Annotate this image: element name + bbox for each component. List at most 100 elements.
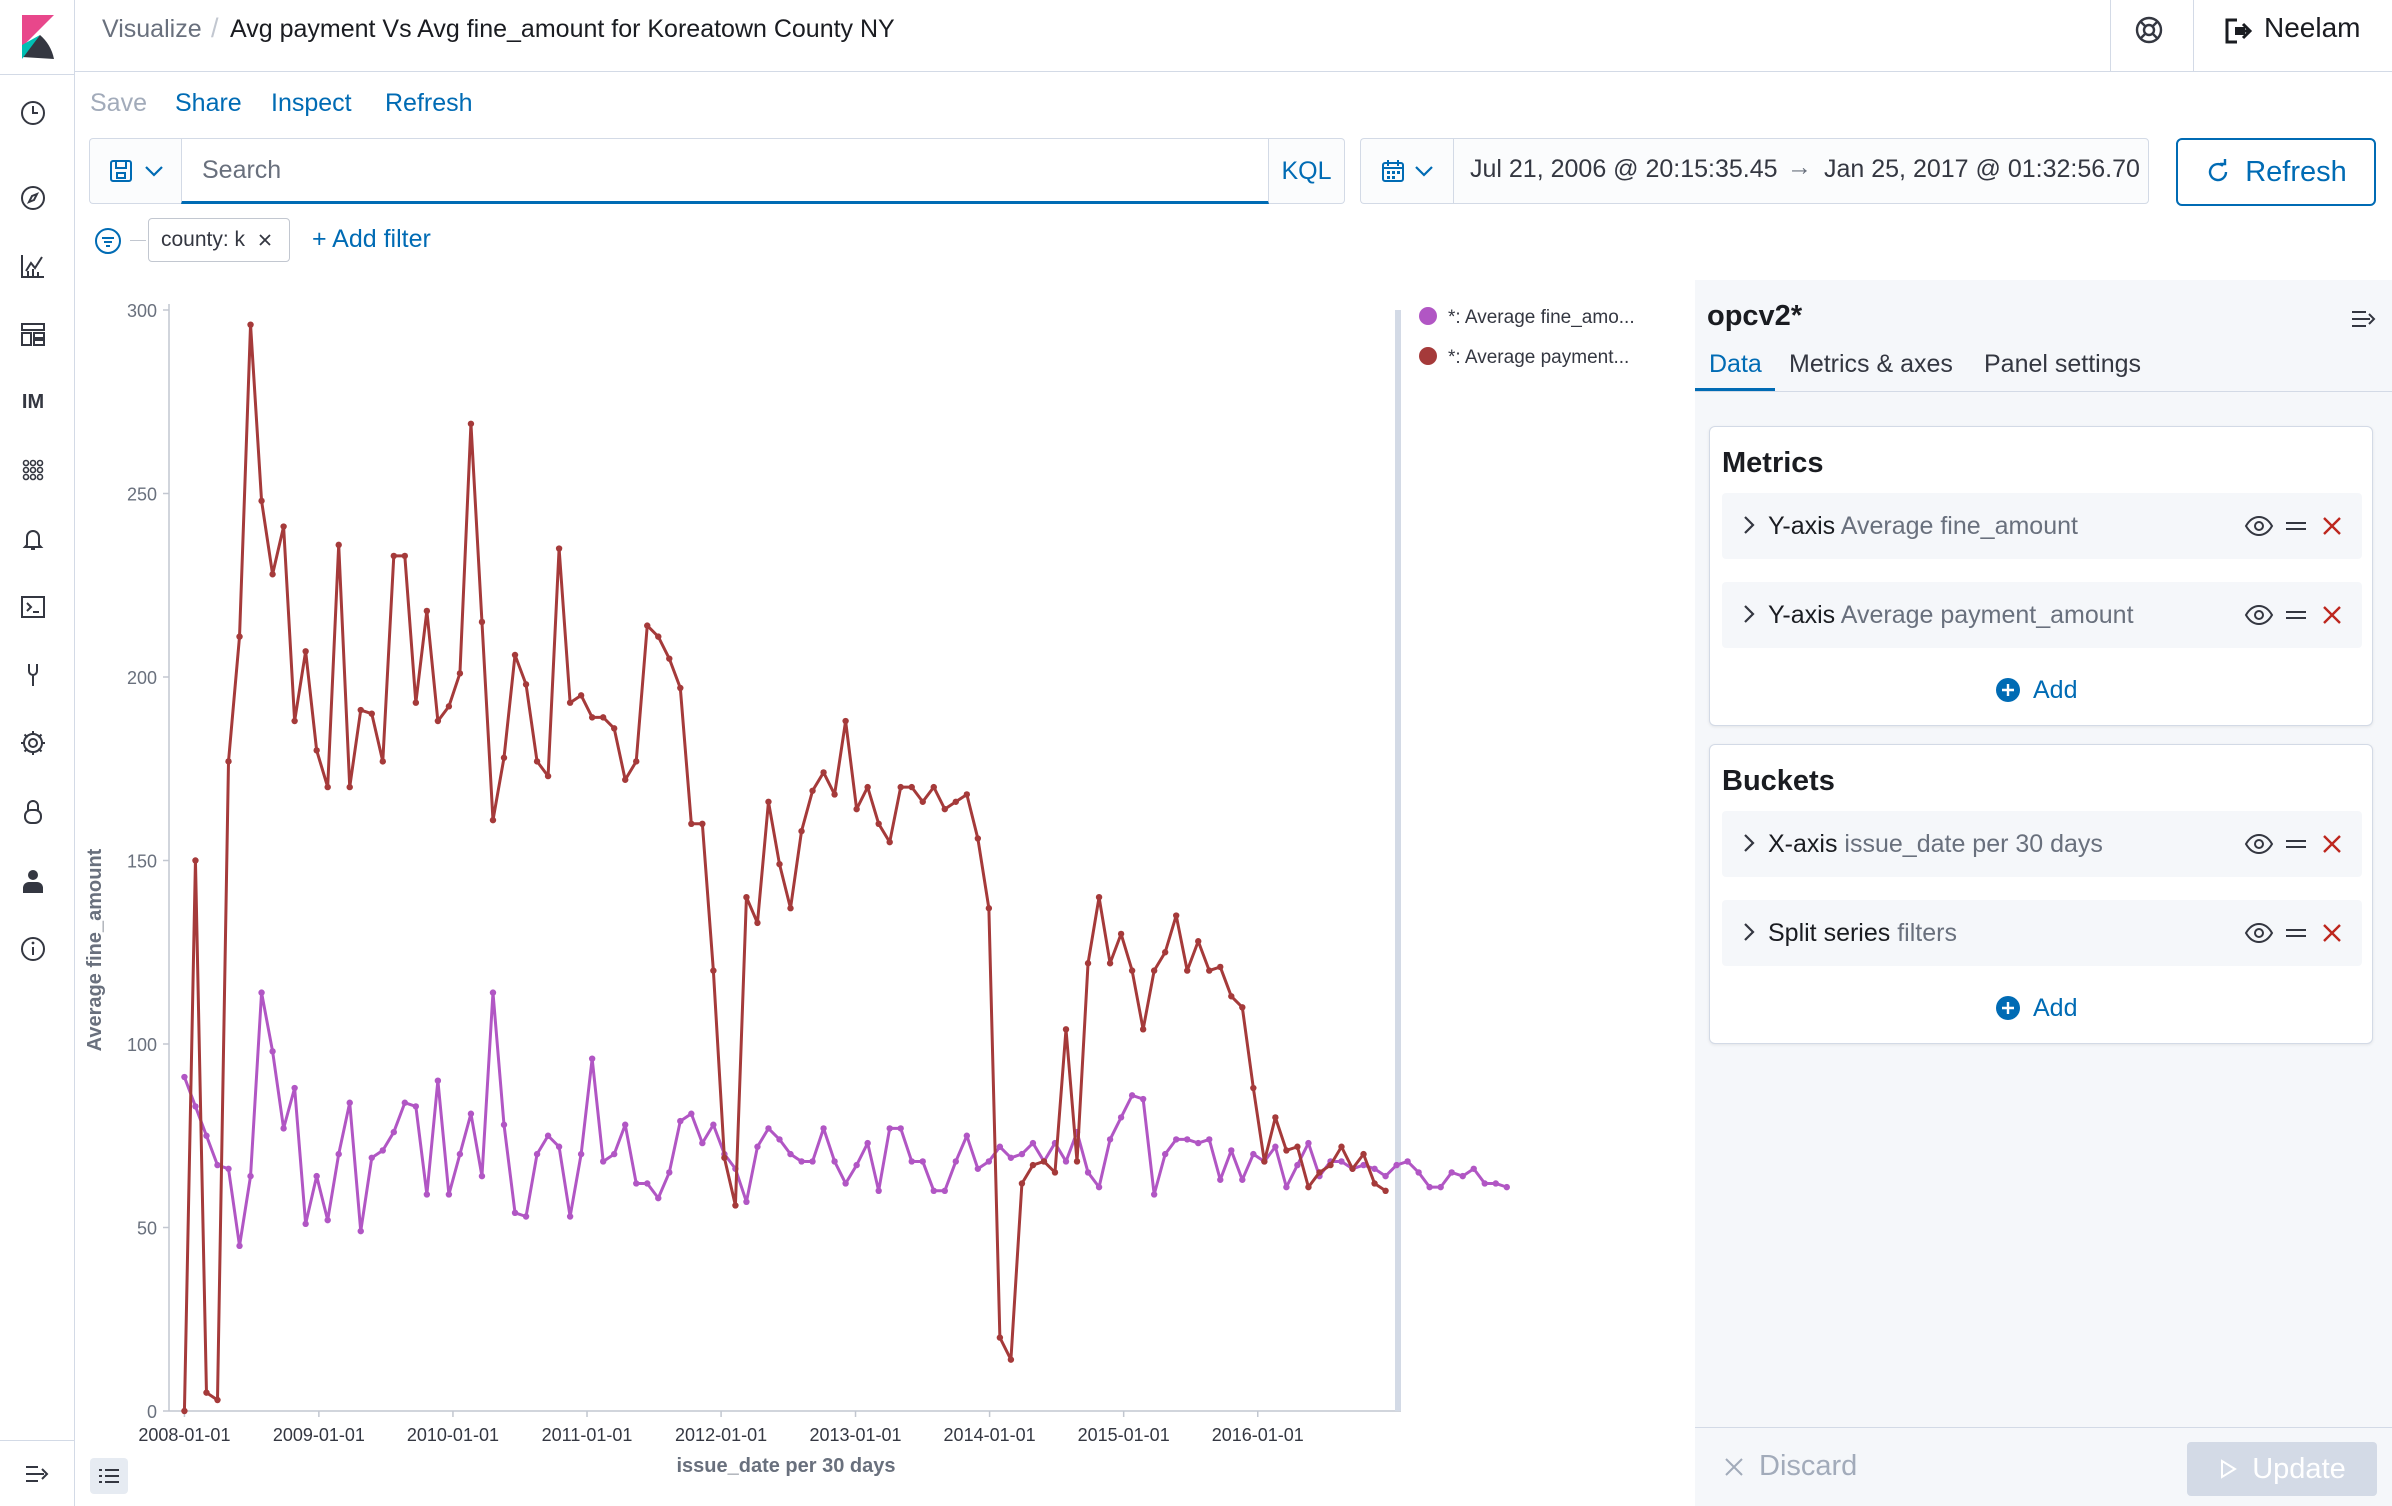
series-2-point[interactable] (1195, 938, 1202, 945)
series-2-point[interactable] (225, 758, 232, 765)
series-2-point[interactable] (511, 651, 519, 659)
series-1-point[interactable] (368, 1154, 375, 1161)
series-1-point[interactable] (952, 1158, 960, 1165)
series-2-point[interactable] (357, 706, 364, 714)
series-2-point[interactable] (699, 820, 706, 827)
series-2-point[interactable] (445, 703, 453, 710)
series-1-point[interactable] (291, 1084, 298, 1092)
date-picker-button[interactable] (1360, 138, 1453, 204)
series-2-point[interactable] (996, 1334, 1004, 1341)
monitoring-wrench-icon[interactable] (16, 658, 50, 692)
series-1-point[interactable] (1106, 1136, 1114, 1143)
series-2-point[interactable] (423, 607, 431, 615)
bucket-row[interactable]: X-axis issue_date per 30 days (1722, 811, 2362, 877)
im-app-icon[interactable]: IM (16, 385, 50, 419)
series-1-point[interactable] (1128, 1092, 1136, 1099)
series-1-point[interactable] (644, 1180, 651, 1187)
series-2-point[interactable] (533, 758, 541, 765)
series-2-point[interactable] (941, 805, 948, 813)
series-2-point[interactable] (522, 681, 530, 688)
series-1-point[interactable] (985, 1158, 993, 1165)
series-1-point[interactable] (247, 1172, 254, 1180)
series-2-point[interactable] (1360, 1150, 1367, 1158)
series-1-point[interactable] (1404, 1158, 1411, 1165)
series-1-point[interactable] (787, 1150, 794, 1158)
user-name[interactable]: Neelam (2264, 12, 2360, 44)
series-2-point[interactable] (401, 552, 409, 560)
series-1-point[interactable] (1371, 1165, 1378, 1172)
series-2-point[interactable] (1261, 1158, 1268, 1165)
series-2-point[interactable] (1382, 1187, 1389, 1194)
series-1-point[interactable] (930, 1187, 937, 1194)
series-2-point[interactable] (1206, 967, 1213, 974)
discard-button[interactable]: Discard (1723, 1450, 1857, 1483)
series-2-point[interactable] (1371, 1180, 1378, 1187)
series-1-point[interactable] (401, 1099, 409, 1106)
series-1-point[interactable] (1029, 1139, 1037, 1147)
series-2-point[interactable] (1084, 960, 1092, 967)
series-1-point[interactable] (214, 1161, 221, 1169)
series-2-point[interactable] (655, 633, 662, 640)
series-1-point[interactable] (357, 1227, 364, 1235)
chevron-right-icon[interactable] (1736, 511, 1762, 539)
series-1-point[interactable] (941, 1187, 948, 1194)
series-2-point[interactable] (622, 776, 629, 783)
series-2-point[interactable] (236, 633, 243, 640)
series-1-point[interactable] (280, 1125, 287, 1132)
series-1-point[interactable] (1272, 1143, 1279, 1150)
series-2-point[interactable] (897, 783, 904, 791)
series-1-point[interactable] (478, 1172, 486, 1180)
series-2-point[interactable] (1349, 1165, 1356, 1172)
series-2-point[interactable] (644, 622, 651, 629)
series-1-point[interactable] (1062, 1158, 1070, 1165)
dashboard-icon[interactable] (16, 317, 50, 351)
series-1-point[interactable] (765, 1125, 772, 1132)
series-1-point[interactable] (963, 1132, 971, 1139)
series-1-point[interactable] (1393, 1161, 1400, 1169)
series-1-point[interactable] (1250, 1150, 1257, 1158)
dev-tools-console-icon[interactable] (16, 590, 50, 624)
series-2-point[interactable] (985, 905, 993, 912)
series-1-point[interactable] (1415, 1169, 1422, 1176)
series-1-point[interactable] (324, 1216, 331, 1224)
menu-save[interactable]: Save (90, 89, 147, 118)
series-1-point[interactable] (875, 1187, 882, 1194)
series-2-point[interactable] (346, 783, 353, 791)
series-2-point[interactable] (434, 717, 442, 725)
series-1-point[interactable] (919, 1158, 926, 1165)
series-1-point[interactable] (754, 1143, 761, 1150)
series-2-point[interactable] (776, 860, 783, 868)
series-1-point[interactable] (1007, 1154, 1015, 1161)
series-1-point[interactable] (544, 1132, 552, 1139)
series-1-point[interactable] (236, 1242, 243, 1250)
nav-expand-button[interactable] (0, 1440, 75, 1506)
series-2-point[interactable] (666, 655, 673, 662)
series-1-point[interactable] (1117, 1114, 1125, 1121)
eye-icon[interactable] (2244, 601, 2274, 629)
series-1-point[interactable] (743, 1198, 750, 1206)
series-1-point[interactable] (1228, 1147, 1235, 1154)
series-1-point[interactable] (864, 1139, 871, 1147)
series-2-point[interactable] (1172, 912, 1180, 919)
series-2-point[interactable] (875, 820, 882, 827)
eye-icon[interactable] (2244, 512, 2274, 540)
series-2-point[interactable] (688, 820, 695, 827)
series-1-point[interactable] (456, 1150, 464, 1158)
alerting-bell-icon[interactable] (16, 522, 50, 556)
series-2-point[interactable] (1062, 1026, 1070, 1033)
series-1-point[interactable] (1382, 1172, 1389, 1180)
legend-label[interactable]: *: Average payment... (1448, 347, 1629, 368)
series-2-point[interactable] (599, 714, 607, 721)
series-2-point[interactable] (214, 1396, 221, 1404)
series-1-point[interactable] (1139, 1095, 1147, 1103)
series-2-point[interactable] (467, 420, 475, 427)
menu-share[interactable]: Share (175, 89, 242, 118)
series-1-point[interactable] (897, 1125, 904, 1132)
series-1-point[interactable] (1161, 1150, 1169, 1158)
series-2-point[interactable] (1040, 1158, 1048, 1165)
series-1-point[interactable] (1426, 1183, 1433, 1191)
series-2-point[interactable] (1161, 949, 1169, 956)
series-2-point[interactable] (489, 816, 497, 824)
series-1-point[interactable] (1283, 1183, 1290, 1191)
series-1-point[interactable] (1239, 1176, 1246, 1183)
